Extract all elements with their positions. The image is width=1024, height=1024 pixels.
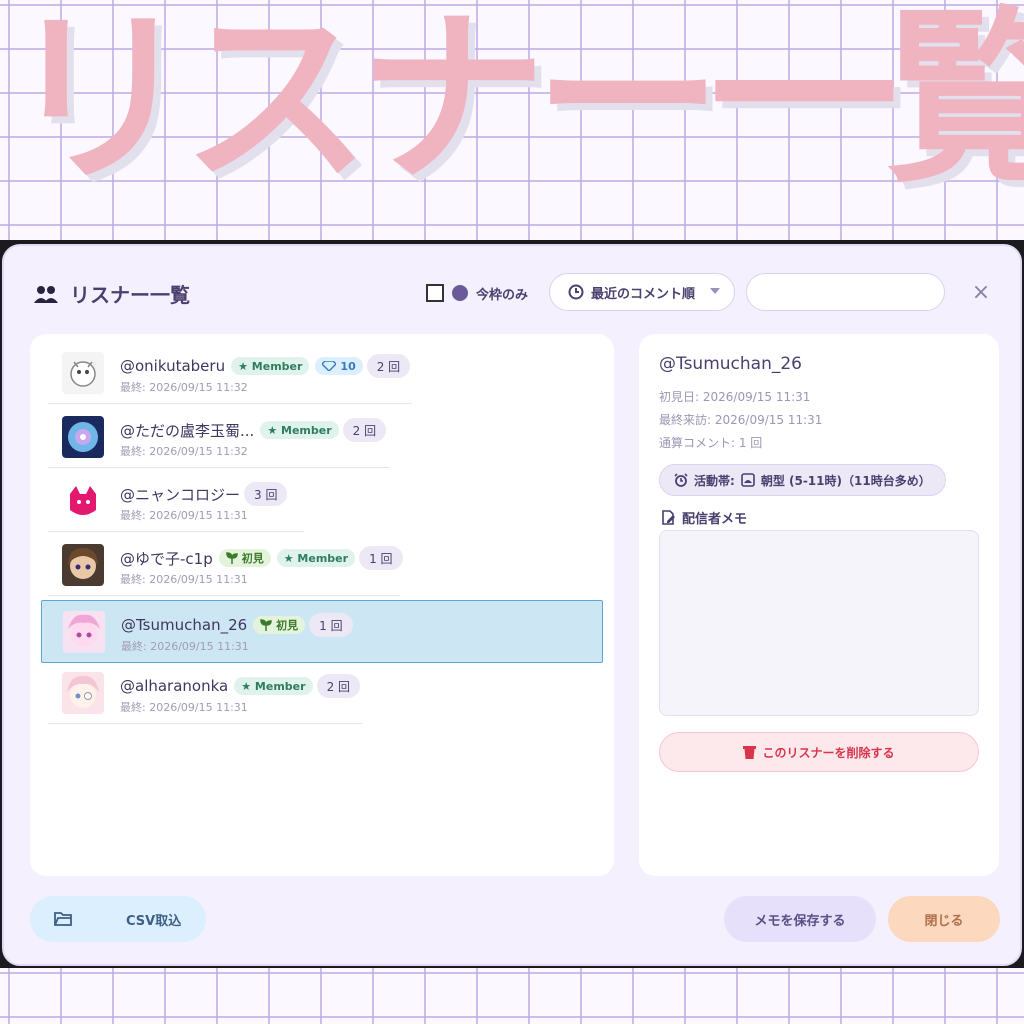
last-seen: 最終: 2026/09/15 11:32	[120, 445, 248, 458]
live-dot-icon	[452, 285, 468, 301]
gem-badge: 10	[315, 357, 363, 375]
list-item[interactable]: @onikutaberu ★ Member 10 2 回 最終: 2026/09…	[48, 342, 412, 404]
member-badge: ★ Member	[234, 677, 313, 695]
alarm-clock-icon	[674, 473, 688, 487]
listener-list: @onikutaberu ★ Member 10 2 回 最終: 2026/09…	[30, 334, 614, 876]
member-badge: ★ Member	[231, 357, 310, 375]
memo-label: 配信者メモ	[661, 508, 747, 527]
folder-icon	[54, 912, 72, 926]
comment-count: 1 回	[309, 613, 353, 637]
last-seen: 最終: 2026/09/15 11:31	[121, 640, 249, 653]
avatar	[62, 352, 104, 394]
detail-name: @Tsumuchan_26	[659, 354, 802, 374]
only-current-stream-toggle[interactable]: 今枠のみ	[426, 282, 528, 304]
list-item[interactable]: @ただの盧李玉蜀... ★ Member 2 回 最終: 2026/09/15 …	[48, 406, 390, 468]
only-current-checkbox[interactable]	[426, 284, 444, 302]
csv-import-button[interactable]: CSV取込	[30, 896, 206, 942]
first-visit-label: 初見	[276, 619, 299, 632]
last-seen: 最終: 2026/09/15 11:31	[120, 573, 248, 586]
activity-value: 朝型 (5-11時)（11時台多め）	[760, 473, 931, 488]
listener-name: @ただの盧李玉蜀...	[120, 421, 255, 440]
listener-name: @ニャンコロジー	[120, 485, 241, 504]
list-item[interactable]: @alharanonka ★ Member 2 回 最終: 2026/09/15…	[48, 662, 362, 724]
first-visit-label: 初見	[241, 552, 264, 565]
listener-name: @alharanonka	[120, 677, 229, 695]
delete-listener-button[interactable]: このリスナーを削除する	[659, 732, 979, 772]
member-badge: ★ Member	[276, 549, 356, 567]
comment-count: 1 回	[359, 546, 403, 570]
sunrise-icon	[741, 473, 755, 487]
sprout-icon	[225, 552, 238, 564]
first-visit-badge: 初見	[253, 616, 306, 634]
last-seen: 最終: 2026/09/15 11:31	[120, 701, 248, 714]
only-current-label: 今枠のみ	[476, 287, 529, 303]
comment-count: 3 回	[244, 482, 288, 506]
first-seen: 初見日: 2026/09/15 11:31	[659, 390, 811, 404]
listener-name: @Tsumuchan_26	[121, 616, 248, 634]
last-seen: 最終: 2026/09/15 11:31	[120, 509, 248, 522]
list-item[interactable]: @ゆで子-c1p 初見 ★ Member 1 回 最終: 2026/09/15 …	[48, 534, 403, 596]
search-input[interactable]	[746, 273, 945, 311]
people-icon	[34, 286, 58, 303]
avatar	[62, 544, 104, 586]
avatar	[63, 611, 105, 653]
listener-dialog: リスナー一覧 今枠のみ 最近のコメント順 × @onikutaberu ★ Me…	[2, 244, 1022, 966]
total-comments: 通算コメント: 1 回	[659, 436, 763, 450]
list-item-selected[interactable]: @Tsumuchan_26 初見 1 回 最終: 2026/09/15 11:3…	[41, 600, 603, 663]
gem-icon	[322, 361, 337, 371]
first-visit-badge: 初見	[218, 549, 271, 567]
list-item[interactable]: @ニャンコロジー 3 回 最終: 2026/09/15 11:31	[48, 470, 304, 532]
clock-icon	[568, 284, 584, 300]
sort-select[interactable]: 最近のコメント順	[549, 273, 735, 311]
close-icon[interactable]: ×	[968, 280, 994, 306]
avatar	[62, 672, 104, 714]
sprout-icon	[260, 619, 272, 631]
activity-band: 活動帯: 朝型 (5-11時)（11時台多め）	[659, 464, 946, 496]
close-button[interactable]: 閉じる	[888, 896, 1000, 942]
save-memo-button[interactable]: メモを保存する	[724, 896, 876, 942]
hero-title: リスナー一覧	[6, 0, 1024, 200]
chevron-down-icon	[710, 288, 720, 294]
comment-count: 2 回	[366, 354, 411, 378]
edit-note-icon	[662, 510, 675, 525]
avatar	[62, 416, 104, 458]
csv-import-label: CSV取込	[126, 914, 182, 929]
listener-name: @onikutaberu	[120, 357, 226, 375]
avatar	[62, 480, 104, 522]
member-badge: ★ Member	[260, 421, 339, 439]
listener-name: @ゆで子-c1p	[120, 549, 213, 568]
sort-label: 最近のコメント順	[591, 286, 696, 302]
gem-count: 10	[340, 359, 356, 373]
activity-label: 活動帯:	[694, 473, 735, 488]
dialog-header: リスナー一覧 今枠のみ 最近のコメント順 ×	[4, 246, 1020, 336]
last-visit: 最終来訪: 2026/09/15 11:31	[659, 413, 823, 427]
memo-textarea[interactable]	[659, 530, 979, 716]
dialog-title: リスナー一覧	[70, 283, 190, 307]
listener-detail: @Tsumuchan_26 初見日: 2026/09/15 11:31 最終来訪…	[639, 334, 999, 876]
last-seen: 最終: 2026/09/15 11:32	[120, 381, 248, 394]
comment-count: 2 回	[316, 674, 361, 698]
trash-icon	[743, 746, 757, 759]
comment-count: 2 回	[342, 418, 387, 442]
